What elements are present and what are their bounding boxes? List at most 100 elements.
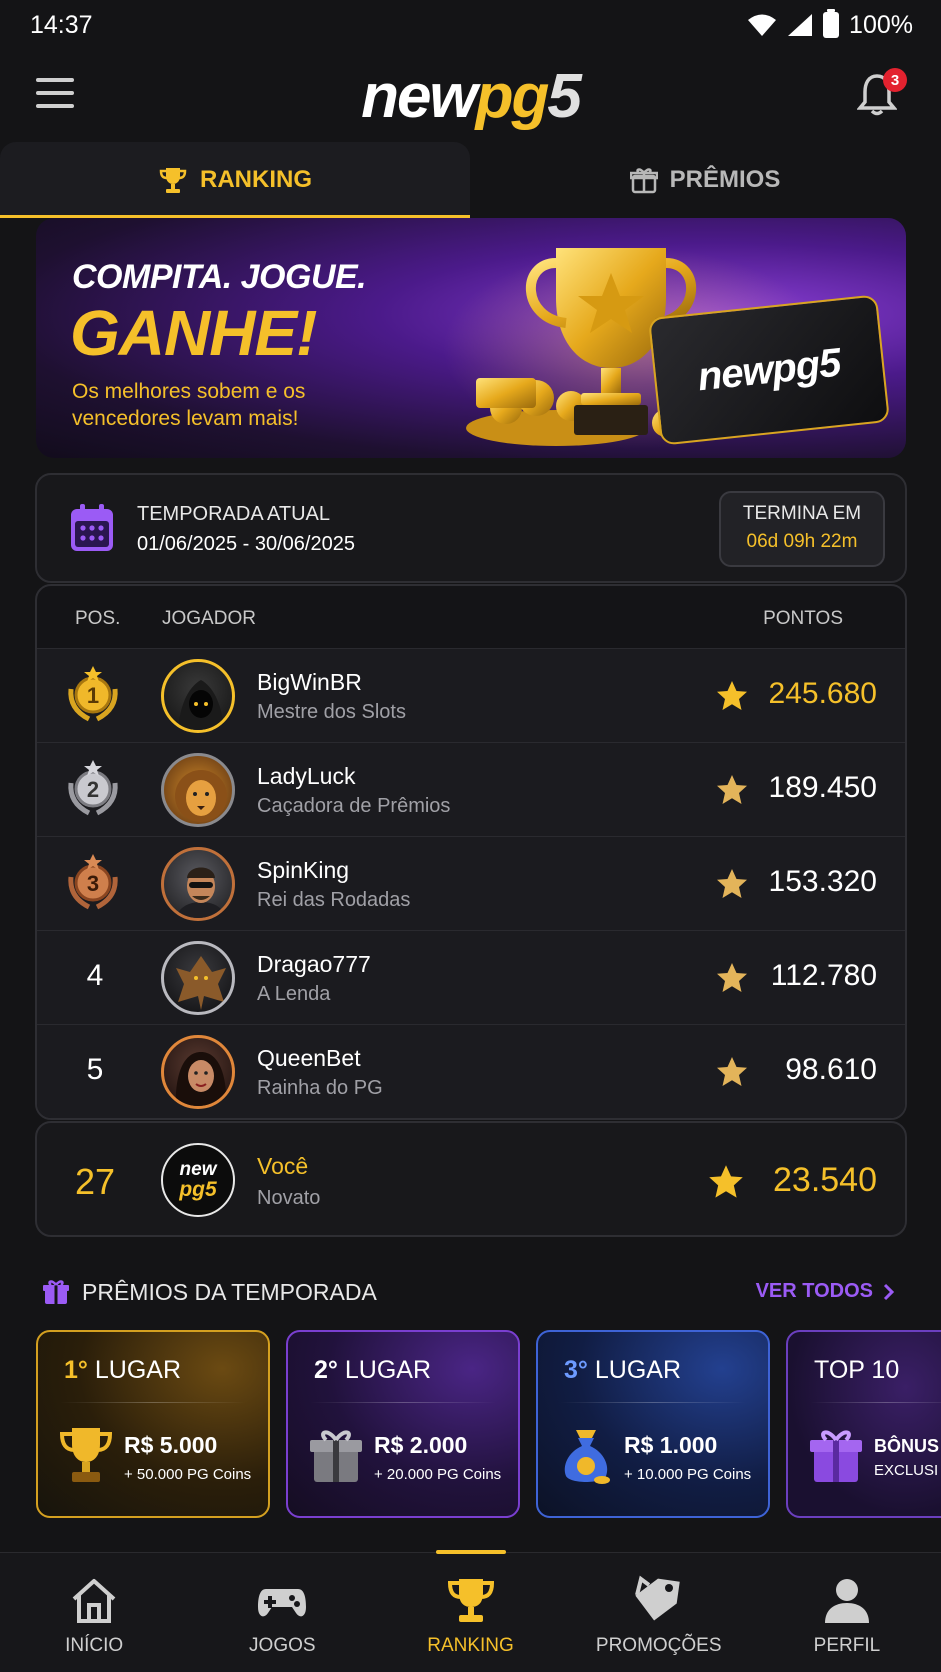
- nav-jogos[interactable]: JOGOS: [188, 1553, 376, 1672]
- player-points: 112.780: [770, 959, 877, 992]
- prize-label: LUGAR: [594, 1356, 681, 1384]
- nav-promocoes-label: PROMOÇÕES: [595, 1635, 722, 1656]
- prize-coins: EXCLUSI: [874, 1462, 939, 1479]
- tab-premios[interactable]: PRÊMIOS: [470, 142, 940, 218]
- tab-bar: RANKING PRÊMIOS: [0, 142, 941, 218]
- bottom-navigation: INÍCIO JOGOS RANKING PROMOÇÕES PERFIL: [0, 1552, 941, 1672]
- see-all-label: VER TODOS: [755, 1280, 873, 1302]
- star-icon: [717, 681, 747, 710]
- prize-title: 3° LUGAR: [564, 1356, 681, 1385]
- player-name: BigWinBR: [257, 669, 362, 695]
- prize-card-second[interactable]: 2° LUGAR R$ 2.000 + 20.000 PG Coins: [286, 1330, 520, 1518]
- svg-text:2: 2: [87, 777, 99, 802]
- nav-jogos-label: JOGOS: [249, 1635, 316, 1656]
- avatar: [161, 1035, 235, 1109]
- prize-amount: BÔNUS: [874, 1436, 940, 1456]
- player-name: QueenBet: [257, 1045, 361, 1071]
- prize-ordinal: 1°: [64, 1356, 88, 1384]
- nav-ranking[interactable]: RANKING: [376, 1553, 564, 1672]
- nav-promocoes[interactable]: PROMOÇÕES: [565, 1553, 753, 1672]
- wifi-icon: [748, 14, 777, 36]
- star-icon: [717, 963, 747, 992]
- signal-icon: [788, 14, 813, 36]
- menu-icon[interactable]: [36, 78, 74, 108]
- player-position: 4: [86, 959, 104, 992]
- tab-ranking-label: RANKING: [200, 166, 312, 193]
- prize-coins: + 20.000 PG Coins: [374, 1466, 502, 1483]
- gift-box-icon: [310, 1430, 362, 1482]
- countdown-label: TERMINA EM: [742, 503, 862, 524]
- prize-card-third[interactable]: 3° LUGAR R$ 1.000 + 10.000 PG Coins: [536, 1330, 770, 1518]
- player-title: A Lenda: [257, 983, 331, 1005]
- prize-ordinal: 3°: [564, 1356, 588, 1384]
- avatar-logo-line2: pg5: [179, 1178, 217, 1201]
- tab-premios-label: PRÊMIOS: [669, 166, 781, 193]
- ranking-row[interactable]: 5 QueenBet Rainha do PG 98.610: [37, 1024, 905, 1118]
- bronze-medal-icon: 3: [68, 854, 118, 910]
- prize-ordinal: 2°: [314, 1356, 338, 1384]
- prize-card-first[interactable]: 1° LUGAR R$ 5.000 + 50.000 PG Coins: [36, 1330, 270, 1518]
- player-name: Dragao777: [257, 951, 371, 977]
- prize-divider: [560, 1402, 746, 1403]
- nav-inicio[interactable]: INÍCIO: [0, 1553, 188, 1672]
- player-points: 98.610: [785, 1053, 877, 1086]
- user-points: 23.540: [773, 1161, 877, 1199]
- avatar: [161, 847, 235, 921]
- logo-text-new: new: [361, 61, 478, 131]
- gamepad-icon: [258, 1589, 307, 1617]
- star-icon: [709, 1165, 743, 1198]
- prize-card-top10[interactable]: TOP 10 BÔNUS EXCLUSI: [786, 1330, 941, 1518]
- header-points: PONTOS: [763, 608, 843, 629]
- nav-ranking-label: RANKING: [427, 1635, 514, 1656]
- gift-icon: [43, 1280, 69, 1304]
- header-position: POS.: [75, 608, 121, 629]
- user-title: Novato: [257, 1187, 321, 1209]
- user-position: 27: [74, 1161, 116, 1202]
- current-user-row[interactable]: 27 new pg5 Você Novato 23.540: [35, 1121, 907, 1237]
- prize-coins: + 50.000 PG Coins: [124, 1466, 252, 1483]
- prize-amount: R$ 1.000: [624, 1432, 718, 1458]
- prizes-section-title: PRÊMIOS DA TEMPORADA: [42, 1278, 377, 1306]
- player-points: 189.450: [768, 771, 877, 804]
- star-icon: [717, 869, 747, 898]
- see-all-link[interactable]: VER TODOS: [756, 1280, 895, 1303]
- status-icons: 100%: [747, 9, 913, 40]
- banner-title-line2: GANHE!: [70, 297, 317, 369]
- star-icon: [717, 1057, 747, 1086]
- notification-badge: 3: [883, 68, 907, 92]
- prize-amount: R$ 5.000: [124, 1432, 218, 1458]
- banner-logo-card: newpg5: [647, 294, 891, 446]
- logo-text-five: 5: [547, 61, 582, 131]
- logo-text-pg: pg: [475, 61, 550, 131]
- avatar: [161, 753, 235, 827]
- prize-title: 1° LUGAR: [64, 1356, 181, 1385]
- ranking-row[interactable]: 3 SpinKing Rei das Rodadas 153.320: [37, 836, 905, 930]
- promo-banner[interactable]: COMPITA. JOGUE. GANHE! Os melhores sobem…: [36, 218, 906, 458]
- notifications-button[interactable]: 3: [856, 68, 907, 116]
- battery-icon: [823, 9, 840, 38]
- ranking-row[interactable]: 1 BigWinBR Mestre dos Slots 245.680: [37, 648, 905, 742]
- player-name: SpinKing: [257, 857, 350, 883]
- ranking-table: POS. JOGADOR PONTOS 1 BigWinBR Mestre do…: [35, 584, 907, 1120]
- avatar: [161, 941, 235, 1015]
- status-bar: 14:37 100%: [0, 0, 941, 50]
- tab-ranking[interactable]: RANKING: [0, 142, 470, 218]
- trophy-icon: [59, 1428, 113, 1482]
- banner-subtitle: Os melhores sobem e os vencedores levam …: [72, 380, 306, 430]
- tag-icon: [634, 1575, 680, 1621]
- user-icon: [824, 1579, 869, 1623]
- nav-perfil[interactable]: PERFIL: [753, 1553, 941, 1672]
- silver-medal-icon: 2: [68, 760, 118, 816]
- app-header: newpg5 3: [0, 56, 941, 136]
- season-countdown: TERMINA EM 06d 09h 22m: [719, 491, 885, 567]
- calendar-icon: [71, 504, 113, 551]
- prize-coins: + 10.000 PG Coins: [624, 1466, 752, 1483]
- ranking-row[interactable]: 4 Dragao777 A Lenda 112.780: [37, 930, 905, 1024]
- ranking-header: POS. JOGADOR PONTOS: [37, 586, 905, 648]
- prize-amount: R$ 2.000: [374, 1432, 468, 1458]
- banner-card-logo: newpg5: [695, 340, 843, 399]
- prize-label: TOP 10: [814, 1356, 900, 1384]
- ranking-row[interactable]: 2 LadyLuck Caçadora de Prêmios 189.450: [37, 742, 905, 836]
- season-dates: 01/06/2025 - 30/06/2025: [137, 533, 355, 555]
- player-title: Mestre dos Slots: [257, 701, 406, 723]
